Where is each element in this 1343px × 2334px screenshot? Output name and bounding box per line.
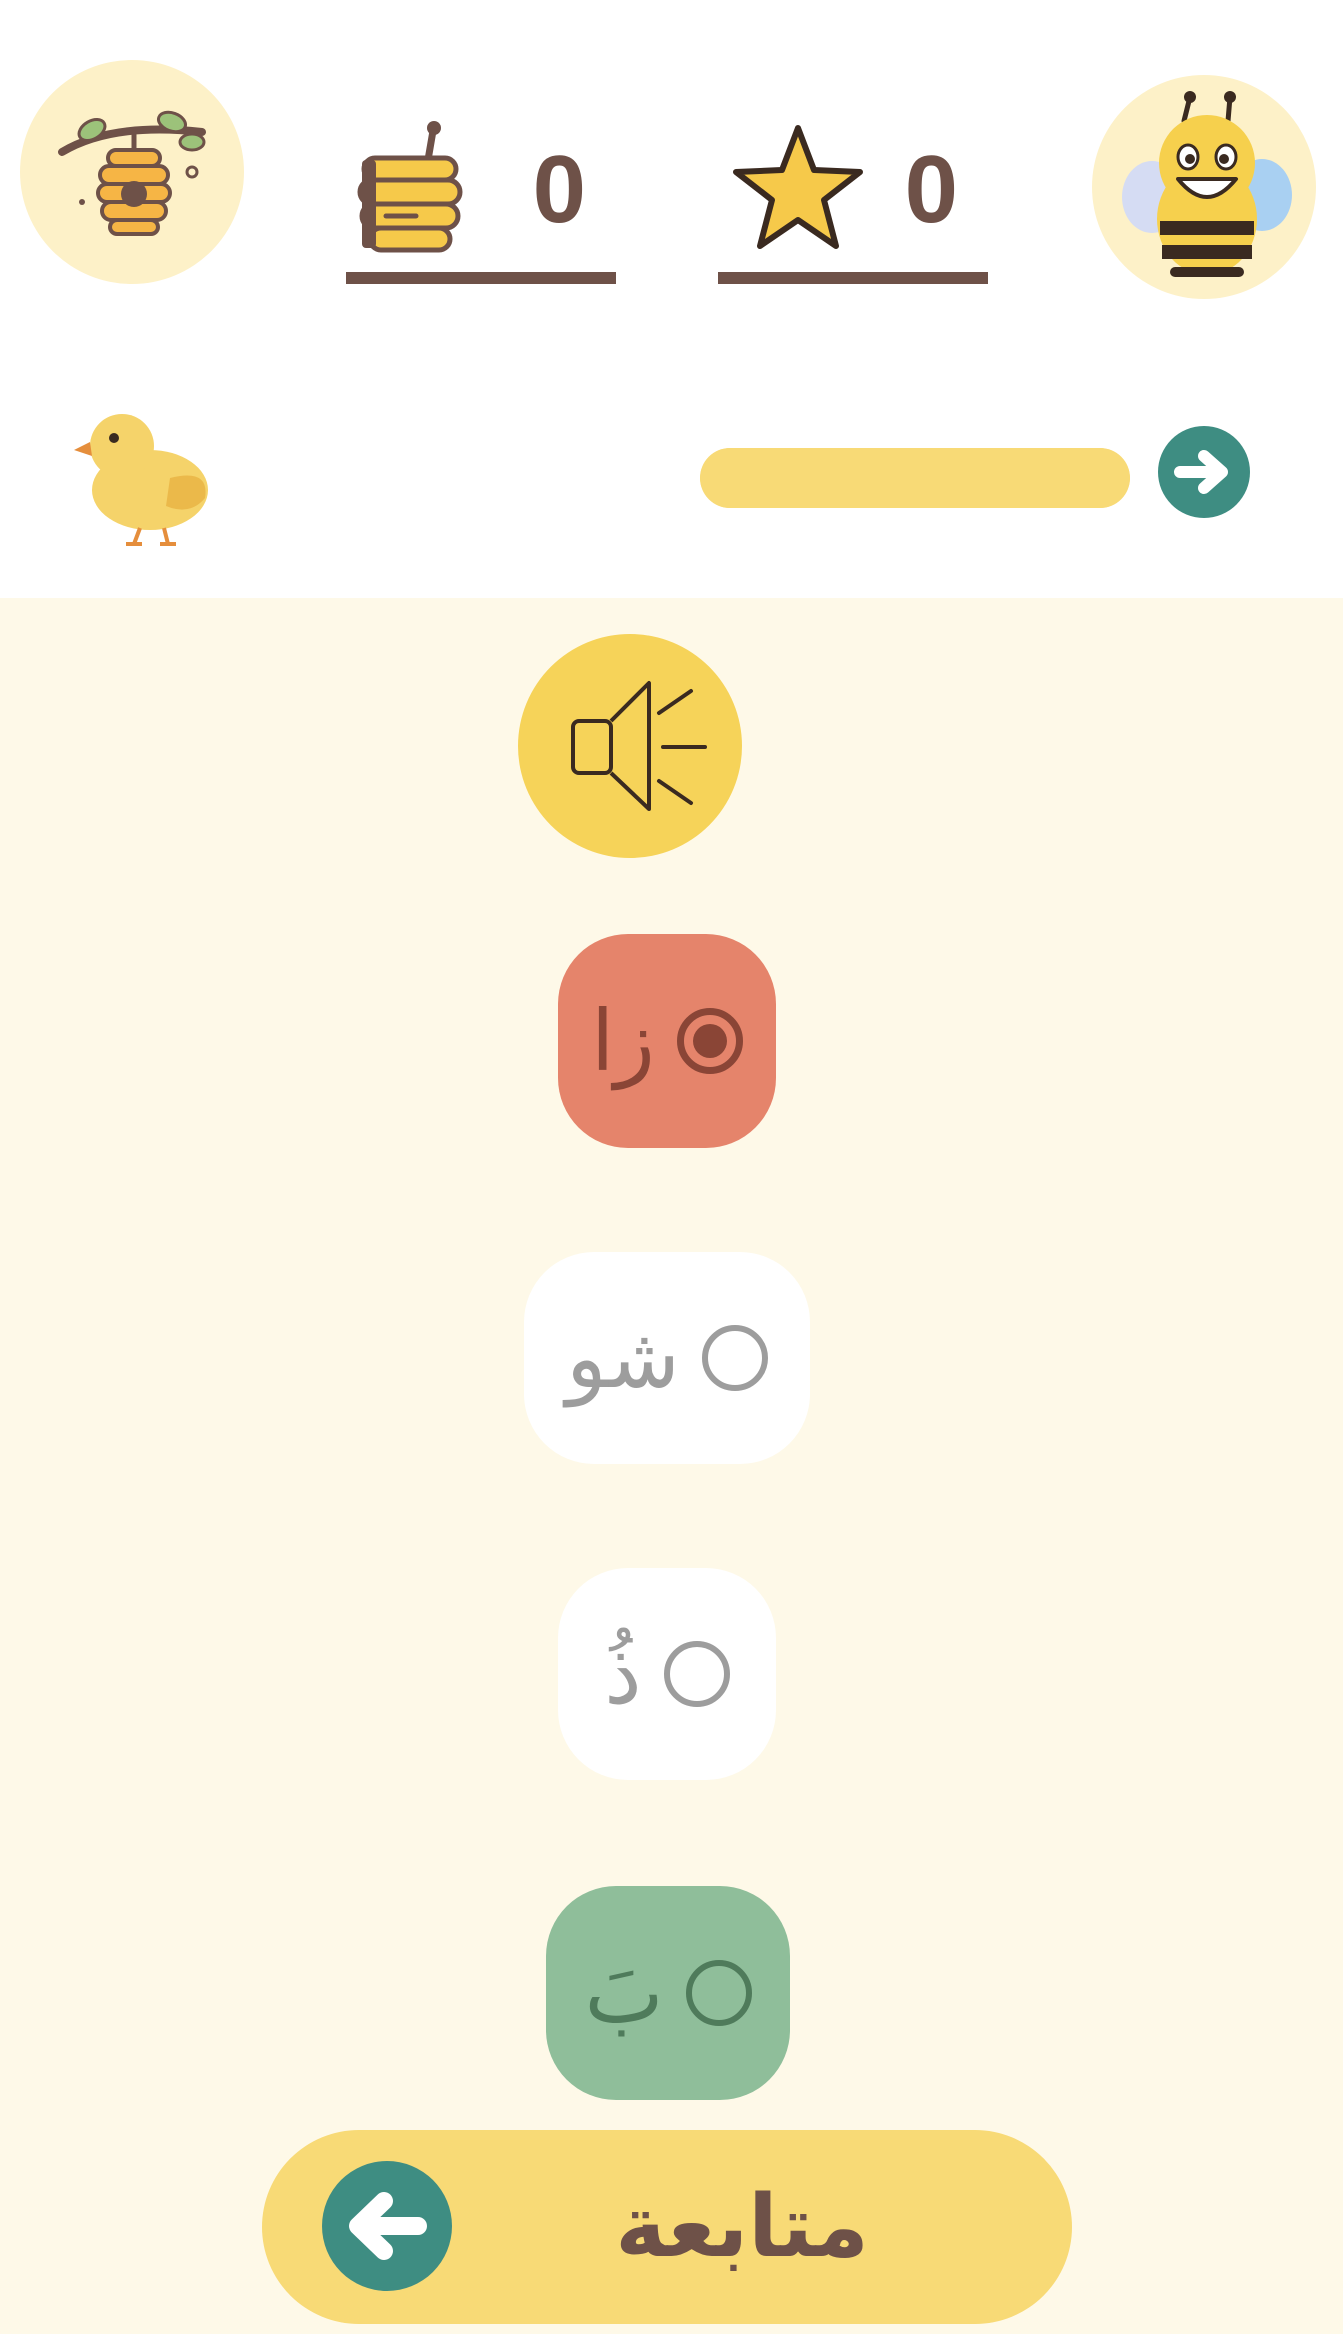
answer-option-2[interactable]: شو [524, 1252, 810, 1464]
bee-avatar-button[interactable] [1092, 75, 1316, 299]
arrow-right-icon [1174, 450, 1228, 494]
continue-label: متابعة [615, 2177, 869, 2277]
lesson-progress-bar [700, 448, 1130, 508]
radio-empty-icon [663, 1641, 730, 1707]
star-icon [733, 125, 863, 249]
radio-empty-icon [685, 1960, 752, 2026]
honey-underline [346, 272, 616, 284]
continue-button[interactable]: متابعة [262, 2130, 1072, 2324]
honey-counter: 0 [346, 120, 616, 260]
bee-avatar-icon [1122, 91, 1292, 277]
answer-option-label: ذُ [604, 1625, 642, 1723]
star-count: 0 [904, 136, 958, 243]
chick-icon [74, 414, 208, 546]
speaker-icon [571, 681, 707, 811]
star-underline [718, 272, 988, 284]
answer-option-1[interactable]: زا [558, 934, 776, 1148]
answer-option-3[interactable]: ذُ [558, 1568, 776, 1780]
lesson-progress-fill [700, 448, 1130, 508]
answer-option-4[interactable]: بَ [546, 1886, 790, 2100]
beehive-icon [58, 110, 206, 236]
honey-count: 0 [532, 136, 586, 243]
honey-jar-icon [357, 121, 463, 253]
answer-option-label: بَ [584, 1944, 664, 2042]
play-audio-button[interactable] [518, 634, 742, 858]
beehive-button[interactable] [20, 60, 244, 284]
arrow-left-icon [322, 2161, 452, 2291]
answer-option-label: شو [566, 1309, 680, 1407]
radio-empty-icon [701, 1325, 768, 1391]
radio-selected-icon [676, 1008, 743, 1074]
next-question-button[interactable] [1158, 426, 1250, 518]
chick-mascot [70, 398, 220, 548]
answer-option-label: زا [591, 992, 655, 1090]
star-counter: 0 [718, 120, 988, 260]
